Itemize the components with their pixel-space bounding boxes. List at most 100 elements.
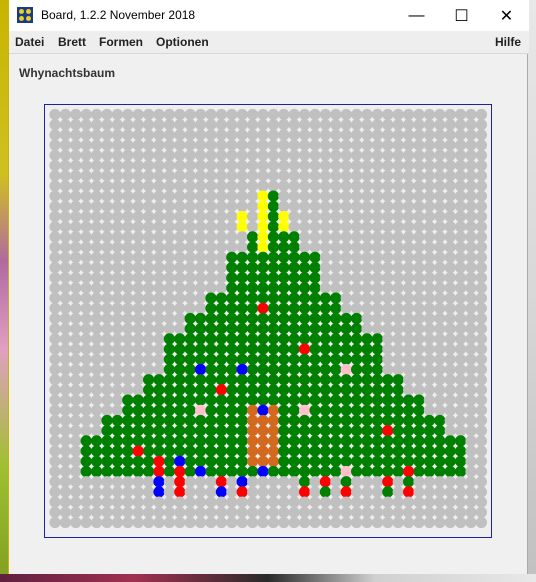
board-peg[interactable] <box>351 333 363 345</box>
board-hole[interactable] <box>434 343 446 355</box>
board-hole[interactable] <box>226 496 238 508</box>
board-peg[interactable] <box>340 455 352 467</box>
board-peg[interactable] <box>80 435 92 447</box>
board-hole[interactable] <box>215 506 227 518</box>
board-hole[interactable] <box>444 129 456 141</box>
board-hole[interactable] <box>465 506 477 518</box>
board-peg[interactable] <box>236 455 248 467</box>
board-hole[interactable] <box>122 129 134 141</box>
board-hole[interactable] <box>423 312 435 325</box>
board-hole[interactable] <box>122 374 134 386</box>
board-peg[interactable] <box>403 445 415 457</box>
board-hole[interactable] <box>153 312 165 325</box>
board-hole[interactable] <box>111 363 123 376</box>
board-hole[interactable] <box>70 292 82 304</box>
board-hole[interactable] <box>299 170 311 182</box>
board-hole[interactable] <box>423 241 435 253</box>
board-peg[interactable] <box>319 384 331 396</box>
board-hole[interactable] <box>423 516 435 529</box>
board-hole[interactable] <box>351 231 363 243</box>
board-hole[interactable] <box>132 506 144 518</box>
board-hole[interactable] <box>184 506 196 518</box>
board-peg[interactable] <box>361 425 373 437</box>
board-peg[interactable] <box>247 261 259 274</box>
board-hole[interactable] <box>465 496 477 508</box>
board-hole[interactable] <box>434 282 446 294</box>
board-hole[interactable] <box>205 129 217 141</box>
board-peg[interactable] <box>288 363 300 376</box>
board-hole[interactable] <box>59 251 71 263</box>
board-hole[interactable] <box>91 119 103 131</box>
board-peg[interactable] <box>247 445 259 457</box>
board-hole[interactable] <box>351 282 363 294</box>
board-hole[interactable] <box>49 261 61 274</box>
board-hole[interactable] <box>455 476 467 488</box>
board-hole[interactable] <box>267 486 279 498</box>
board-peg[interactable] <box>330 323 342 335</box>
board-hole[interactable] <box>163 496 175 508</box>
board-hole[interactable] <box>143 190 155 202</box>
board-hole[interactable] <box>132 323 144 335</box>
board-hole[interactable] <box>59 108 71 121</box>
board-hole[interactable] <box>80 302 92 314</box>
board-hole[interactable] <box>278 129 290 141</box>
board-peg[interactable] <box>382 445 394 457</box>
board-peg[interactable] <box>205 343 217 355</box>
board-hole[interactable] <box>288 496 300 508</box>
board-peg[interactable] <box>267 425 279 437</box>
board-hole[interactable] <box>475 374 487 386</box>
board-peg[interactable] <box>278 323 290 335</box>
board-hole[interactable] <box>205 190 217 202</box>
board-hole[interactable] <box>215 180 227 192</box>
board-peg[interactable] <box>403 455 415 467</box>
board-hole[interactable] <box>49 333 61 345</box>
board-peg[interactable] <box>184 425 196 437</box>
board-hole[interactable] <box>163 486 175 498</box>
board-hole[interactable] <box>351 139 363 151</box>
board-hole[interactable] <box>143 486 155 498</box>
board-hole[interactable] <box>247 221 259 233</box>
board-hole[interactable] <box>184 476 196 488</box>
board-peg[interactable] <box>226 465 238 478</box>
board-hole[interactable] <box>288 170 300 182</box>
board-peg[interactable] <box>236 476 248 488</box>
board-hole[interactable] <box>455 292 467 304</box>
board-peg[interactable] <box>403 435 415 447</box>
board-hole[interactable] <box>413 302 425 314</box>
board-hole[interactable] <box>403 190 415 202</box>
board-hole[interactable] <box>153 343 165 355</box>
board-hole[interactable] <box>111 516 123 529</box>
board-hole[interactable] <box>475 343 487 355</box>
board-hole[interactable] <box>382 139 394 151</box>
board-peg[interactable] <box>236 363 248 376</box>
board-hole[interactable] <box>382 251 394 263</box>
board-hole[interactable] <box>174 119 186 131</box>
board-hole[interactable] <box>319 200 331 212</box>
board-hole[interactable] <box>330 251 342 263</box>
board-hole[interactable] <box>59 414 71 427</box>
board-peg[interactable] <box>278 414 290 427</box>
board-hole[interactable] <box>382 190 394 202</box>
board-peg[interactable] <box>236 445 248 457</box>
board-hole[interactable] <box>80 343 92 355</box>
board-hole[interactable] <box>299 159 311 172</box>
board-hole[interactable] <box>267 506 279 518</box>
board-peg[interactable] <box>351 435 363 447</box>
board-hole[interactable] <box>49 516 61 529</box>
board-hole[interactable] <box>111 302 123 314</box>
board-hole[interactable] <box>444 414 456 427</box>
board-hole[interactable] <box>226 129 238 141</box>
board-hole[interactable] <box>70 435 82 447</box>
board-peg[interactable] <box>351 363 363 376</box>
board-hole[interactable] <box>163 506 175 518</box>
board-hole[interactable] <box>309 241 321 253</box>
board-hole[interactable] <box>299 241 311 253</box>
board-hole[interactable] <box>143 506 155 518</box>
board-hole[interactable] <box>392 353 404 365</box>
board-peg[interactable] <box>278 282 290 294</box>
board-hole[interactable] <box>299 149 311 161</box>
board-hole[interactable] <box>70 251 82 263</box>
board-hole[interactable] <box>444 241 456 253</box>
board-peg[interactable] <box>278 353 290 365</box>
board-peg[interactable] <box>361 353 373 365</box>
